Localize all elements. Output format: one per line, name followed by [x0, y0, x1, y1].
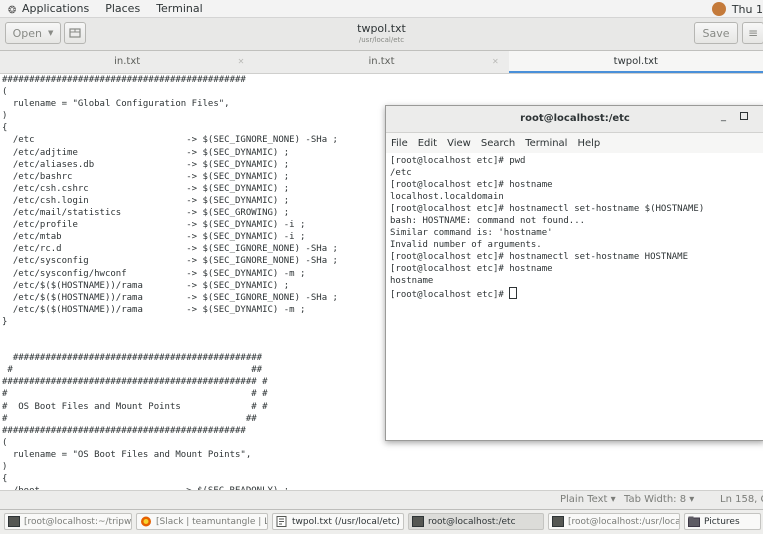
text-editor-icon — [276, 516, 288, 527]
taskbar-label: [root@localhost:/usr/loca… — [568, 516, 680, 527]
tab-in-txt-1[interactable]: in.txt ✕ — [0, 51, 254, 73]
document-path: /usr/local/etc — [358, 36, 405, 44]
tab-label: twpol.txt — [613, 56, 658, 67]
taskbar-item-terminal-usr-local[interactable]: [root@localhost:/usr/loca… — [548, 513, 680, 530]
terminal-text: [root@localhost etc]# pwd /etc [root@loc… — [390, 156, 705, 300]
menu-help[interactable]: Help — [572, 138, 605, 149]
terminal-icon — [552, 516, 564, 527]
terminal-menu[interactable]: Terminal — [148, 2, 211, 15]
maximize-icon[interactable] — [740, 112, 748, 120]
clock[interactable]: Thu 1 — [704, 1, 763, 16]
terminal-icon — [412, 516, 424, 527]
terminal-cursor — [509, 287, 518, 299]
tab-in-txt-2[interactable]: in.txt ✕ — [254, 51, 508, 73]
terminal-icon — [8, 516, 20, 527]
browser-icon — [140, 516, 152, 527]
minimize-icon[interactable]: _ — [721, 111, 726, 122]
tab-width-selector[interactable]: Tab Width: 8 ▾ — [624, 494, 694, 505]
tab-twpol-txt[interactable]: twpol.txt — [508, 51, 763, 73]
taskbar-label: [root@localhost:~/tripwir… — [24, 516, 132, 527]
taskbar-item-slack[interactable]: [Slack | teamuntangle | L… — [136, 513, 268, 530]
taskbar-label: Pictures — [704, 516, 740, 527]
folder-icon — [688, 516, 700, 527]
terminal-title: root@localhost:/etc — [520, 113, 630, 124]
terminal-output: [root@localhost etc]# pwd /etc [root@loc… — [388, 155, 763, 301]
taskbar: [root@localhost:~/tripwir… [Slack | team… — [0, 509, 763, 534]
language-selector[interactable]: Plain Text ▾ — [560, 494, 616, 505]
taskbar-label: twpol.txt (/usr/local/etc) … — [292, 516, 404, 527]
clock-label: Thu 1 — [731, 2, 763, 16]
applications-menu[interactable]: ❂ Applications — [0, 2, 97, 16]
menu-edit[interactable]: Edit — [413, 138, 442, 149]
menu-view[interactable]: View — [442, 138, 476, 149]
status-bar: Plain Text ▾ Tab Width: 8 ▾ Ln 158, Co — [0, 490, 763, 509]
apps-icon: ❂ — [8, 4, 17, 16]
save-button[interactable]: Save — [694, 22, 738, 44]
tab-bar: in.txt ✕ in.txt ✕ twpol.txt — [0, 51, 763, 74]
terminal-menubar: File Edit View Search Terminal Help — [386, 133, 763, 153]
terminal-window[interactable]: root@localhost:/etc _ File Edit View Sea… — [385, 105, 763, 441]
menu-file[interactable]: File — [386, 138, 413, 149]
close-icon[interactable]: ✕ — [238, 51, 245, 73]
avatar-icon — [711, 1, 726, 16]
menu-terminal[interactable]: Terminal — [520, 138, 572, 149]
taskbar-item-twpol-editor[interactable]: twpol.txt (/usr/local/etc) … — [272, 513, 404, 530]
taskbar-item-terminal-tripwire[interactable]: [root@localhost:~/tripwir… — [4, 513, 132, 530]
taskbar-item-terminal-etc[interactable]: root@localhost:/etc — [408, 513, 544, 530]
places-menu[interactable]: Places — [97, 2, 148, 15]
close-icon[interactable]: ✕ — [492, 51, 499, 73]
taskbar-item-pictures[interactable]: Pictures — [684, 513, 761, 530]
applications-label: Applications — [22, 1, 90, 15]
top-panel: ❂ Applications Places Terminal Thu 1 — [0, 0, 763, 18]
cursor-position: Ln 158, Co — [720, 494, 763, 505]
editor-headerbar: Open ▼ twpol.txt /usr/local/etc Save ≡ — [0, 18, 763, 51]
terminal-titlebar[interactable]: root@localhost:/etc _ — [386, 106, 763, 133]
menu-search[interactable]: Search — [476, 138, 520, 149]
terminal-body[interactable]: [root@localhost etc]# pwd /etc [root@loc… — [386, 153, 763, 301]
document-title: twpol.txt — [357, 22, 406, 35]
taskbar-label: root@localhost:/etc — [428, 516, 516, 527]
hamburger-menu-icon[interactable]: ≡ — [742, 22, 763, 44]
tab-label: in.txt — [114, 56, 141, 67]
taskbar-label: [Slack | teamuntangle | L… — [156, 516, 268, 527]
tab-label: in.txt — [368, 56, 395, 67]
